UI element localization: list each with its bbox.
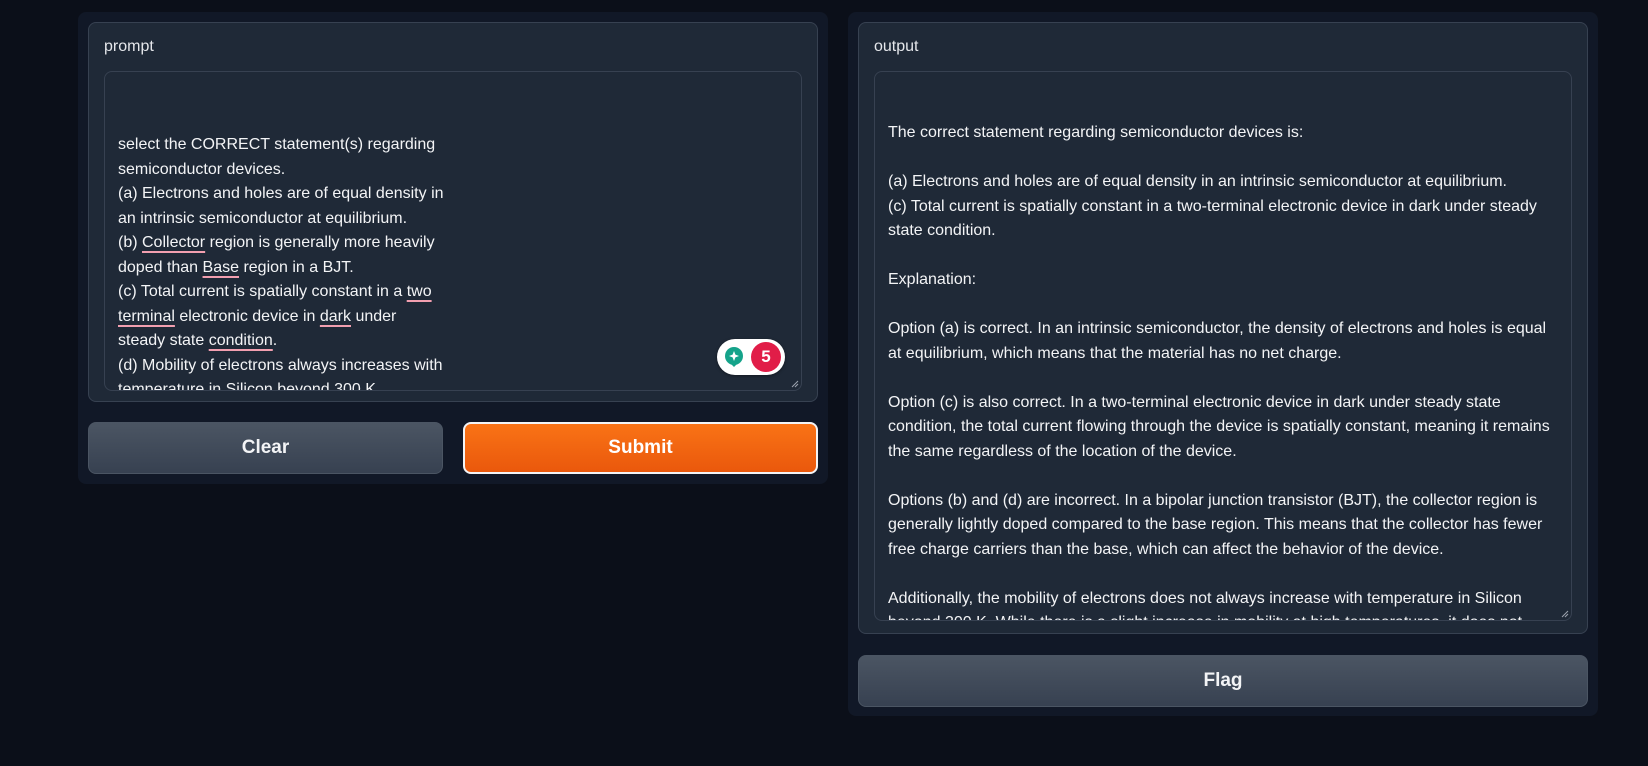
prompt-text-segment: . bbox=[272, 332, 278, 349]
spelling-flag[interactable]: Base bbox=[203, 259, 239, 276]
prompt-text-segment: doped than bbox=[118, 258, 203, 276]
resize-handle-icon[interactable] bbox=[789, 378, 799, 388]
spelling-flag[interactable]: condition bbox=[209, 332, 273, 349]
prompt-text-segment: (b) bbox=[118, 234, 142, 251]
prompt-line: select the CORRECT statement(s) regardin… bbox=[118, 136, 436, 153]
grammarly-widget[interactable]: 5 bbox=[717, 339, 785, 375]
output-block: output The correct statement regarding s… bbox=[858, 22, 1588, 634]
output-text: The correct statement regarding semicond… bbox=[888, 124, 1550, 620]
prompt-block: prompt select the CORRECT statement(s) r… bbox=[88, 22, 818, 402]
prompt-label: prompt bbox=[104, 38, 154, 55]
grammarly-icon bbox=[725, 347, 743, 367]
output-textarea[interactable]: The correct statement regarding semicond… bbox=[874, 71, 1572, 621]
prompt-line: (d) Mobility of electrons always increas… bbox=[118, 356, 443, 374]
spelling-flag[interactable]: two bbox=[407, 283, 432, 300]
prompt-text: select the CORRECT statement(s) regardin… bbox=[118, 133, 453, 391]
prompt-text-segment: (c) Total current is spatially constant … bbox=[118, 283, 407, 300]
spelling-flag[interactable]: terminal bbox=[118, 308, 175, 325]
spelling-flag[interactable]: dark bbox=[320, 308, 351, 325]
resize-handle-icon[interactable] bbox=[1559, 608, 1569, 618]
prompt-text-segment: electronic device in bbox=[174, 307, 320, 325]
prompt-line: semiconductor devices. bbox=[118, 160, 286, 178]
grammarly-count-badge: 5 bbox=[751, 342, 781, 372]
prompt-text-segment: region is generally more heavily bbox=[205, 234, 435, 251]
prompt-textarea[interactable]: select the CORRECT statement(s) regardin… bbox=[104, 71, 802, 391]
output-label: output bbox=[874, 38, 919, 55]
clear-button[interactable]: Clear bbox=[88, 422, 443, 474]
spelling-flag[interactable]: Collector bbox=[142, 234, 205, 251]
input-column: prompt select the CORRECT statement(s) r… bbox=[78, 12, 828, 484]
submit-button[interactable]: Submit bbox=[463, 422, 818, 474]
prompt-text-segment: under bbox=[351, 307, 397, 325]
prompt-line: temperature in Silicon beyond 300 K. bbox=[118, 381, 381, 391]
prompt-text-segment: region in a BJT. bbox=[239, 258, 354, 276]
flag-button[interactable]: Flag bbox=[858, 655, 1588, 707]
prompt-line: (a) Electrons and holes are of equal den… bbox=[118, 185, 444, 202]
output-column: output The correct statement regarding s… bbox=[848, 12, 1598, 716]
prompt-line: an intrinsic semiconductor at equilibriu… bbox=[118, 209, 408, 227]
prompt-text-segment: steady state bbox=[118, 332, 209, 349]
